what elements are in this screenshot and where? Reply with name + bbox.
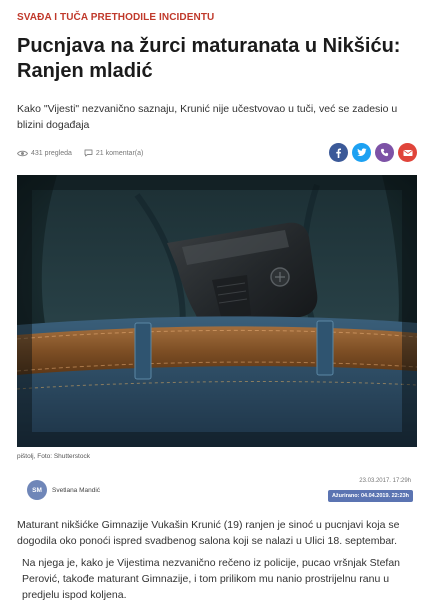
comments-text: 21 komentar(a) xyxy=(95,149,144,157)
article-lead: Kako "Vijesti" nezvanično saznaju, Kruni… xyxy=(17,103,398,131)
twitter-icon xyxy=(356,148,367,156)
email-share-button[interactable] xyxy=(398,143,417,162)
gun-in-waistband-image xyxy=(17,175,417,447)
published-date: 23.03.2017. 17:29h xyxy=(359,478,411,484)
phone-icon xyxy=(380,148,389,157)
updated-badge: Ažurirano: 04.04.2019. 22:23h xyxy=(327,490,413,502)
article-photo[interactable] xyxy=(17,175,417,447)
article-meta: 431 pregleda 21 komentar(a) xyxy=(17,149,143,157)
views-text: 431 pregleda xyxy=(31,149,72,157)
facebook-share-button[interactable] xyxy=(329,143,348,162)
article-title: Pucnjava na žurci maturanata u Nikšiću: … xyxy=(17,35,401,82)
author-name[interactable]: Svetlana Mandić xyxy=(52,487,100,494)
facebook-icon xyxy=(336,148,341,158)
share-buttons xyxy=(329,143,417,162)
comments-link[interactable]: 21 komentar(a) xyxy=(84,149,143,157)
avatar[interactable]: SM xyxy=(27,480,47,500)
author-row: SM Svetlana Mandić 23.03.2017. 17:29h Až… xyxy=(17,475,413,509)
article-paragraph: Na njega je, kako je Vijestima nezvaničn… xyxy=(22,557,401,600)
viber-share-button[interactable] xyxy=(375,143,394,162)
article-paragraph: Maturant nikšićke Gimnazije Vukašin Krun… xyxy=(17,519,400,547)
comment-icon xyxy=(84,149,93,157)
photo-caption: pištolj, Foto: Shutterstock xyxy=(17,453,90,460)
eye-icon xyxy=(17,150,28,156)
envelope-icon xyxy=(403,149,412,156)
article-page: SVAĐA I TUČA PRETHODILE INCIDENTU Pucnja… xyxy=(0,0,430,600)
twitter-share-button[interactable] xyxy=(352,143,371,162)
views-counter: 431 pregleda xyxy=(17,150,72,157)
article-kicker[interactable]: SVAĐA I TUČA PRETHODILE INCIDENTU xyxy=(17,12,214,23)
